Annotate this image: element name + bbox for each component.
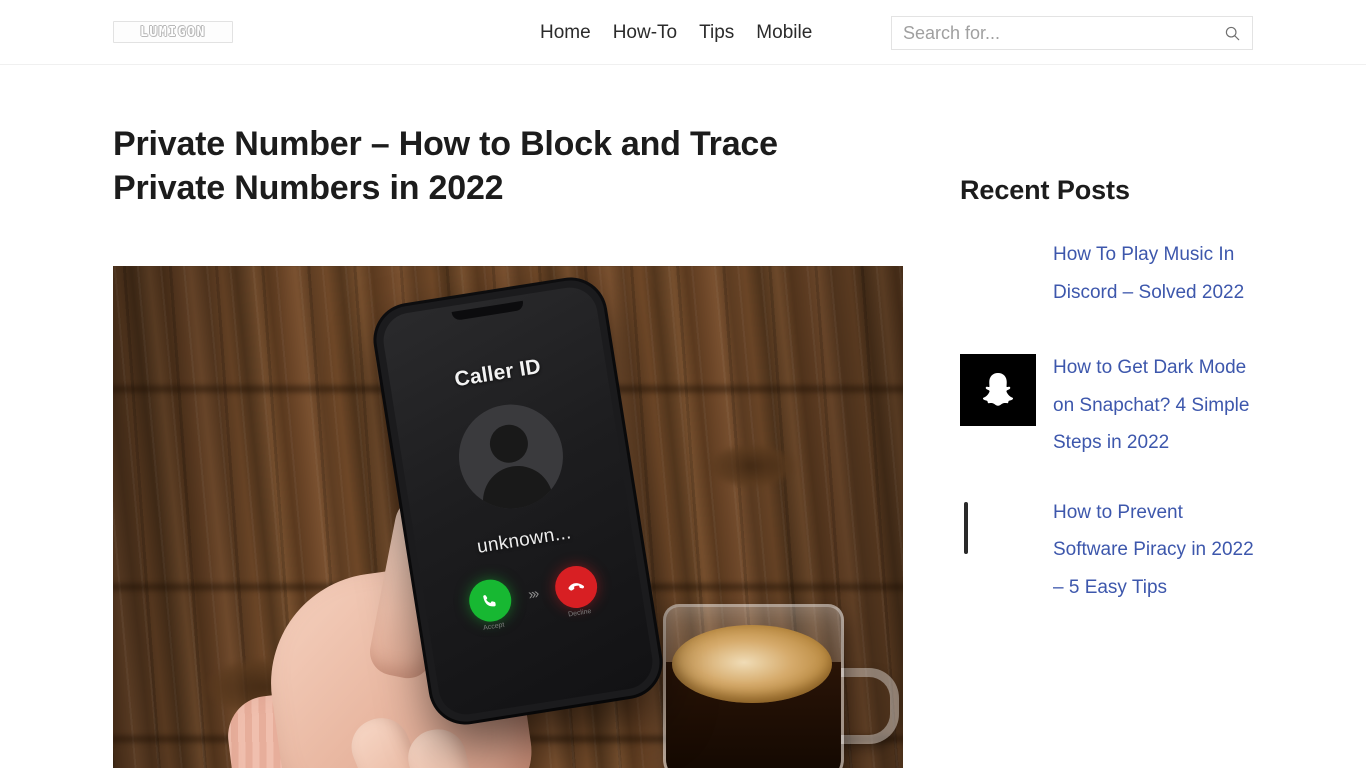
accept-call-button: Accept <box>465 576 514 632</box>
laptop-screen <box>964 501 968 554</box>
nav-item-mobile[interactable]: Mobile <box>756 23 812 42</box>
caller-name-label: unknown... <box>475 522 573 559</box>
decline-call-label: Decline <box>567 608 592 619</box>
site-logo[interactable]: LUMIGON <box>113 21 233 43</box>
recent-post-link[interactable]: How to Prevent Software Piracy in 2022 –… <box>1053 502 1254 598</box>
phone-notch <box>451 301 525 322</box>
phone-handset-icon <box>479 590 501 612</box>
call-actions: Accept ››› Decline <box>423 557 643 632</box>
main-content: Private Number – How to Block and Trace … <box>113 122 903 768</box>
nav-item-home[interactable]: Home <box>540 23 591 42</box>
site-header: LUMIGON Home How-To Tips Mobile <box>0 0 1366 65</box>
thumbnail-discord-music-bot[interactable]: The best music bot for Discord. <box>960 241 1036 313</box>
pirate-flag-icon <box>964 512 968 544</box>
caller-id-label: Caller ID <box>452 355 543 392</box>
nav-item-how-to[interactable]: How-To <box>613 23 677 42</box>
recent-post-link[interactable]: How To Play Music In Discord – Solved 20… <box>1053 244 1244 303</box>
main-navigation: Home How-To Tips Mobile <box>540 0 812 65</box>
recent-post-link[interactable]: How to Get Dark Mode on Snapchat? 4 Simp… <box>1053 357 1249 453</box>
coffee-cup <box>653 596 899 768</box>
list-item: How to Get Dark Mode on Snapchat? 4 Simp… <box>960 349 1260 462</box>
page-title: Private Number – How to Block and Trace … <box>113 125 778 208</box>
recent-posts-title: Recent Posts <box>960 175 1130 205</box>
swipe-chevrons-icon: ››› <box>526 585 539 604</box>
list-item: How to Prevent Software Piracy in 2022 –… <box>960 494 1260 607</box>
avatar-body <box>477 461 556 517</box>
sidebar: Recent Posts The best music bot for Disc… <box>960 175 1260 639</box>
page-body: Private Number – How to Block and Trace … <box>0 65 1366 768</box>
search-input[interactable] <box>892 17 1212 49</box>
thumbnail-software-piracy-laptop[interactable] <box>960 499 1036 571</box>
list-item: The best music bot for Discord. How To P… <box>960 236 1260 317</box>
cup-glass <box>663 604 844 768</box>
snapchat-ghost-icon <box>960 354 1036 426</box>
recent-posts-list: The best music bot for Discord. How To P… <box>960 236 1260 607</box>
phone-hangup-icon <box>565 577 587 599</box>
search-submit-button[interactable] <box>1212 17 1252 49</box>
decline-call-button: Decline <box>551 563 600 619</box>
caller-avatar <box>451 397 571 517</box>
thumbnail-snapchat-logo[interactable] <box>960 354 1036 426</box>
accept-call-label: Accept <box>482 622 506 633</box>
nav-item-tips[interactable]: Tips <box>699 23 734 42</box>
search-box[interactable] <box>891 16 1253 50</box>
header-inner: LUMIGON Home How-To Tips Mobile <box>0 0 1366 64</box>
avatar-head <box>487 422 531 466</box>
coffee-crema <box>672 625 832 704</box>
featured-image: Caller ID unknown... Accept ››› Decline <box>113 266 903 768</box>
site-logo-text: LUMIGON <box>140 24 206 40</box>
search-icon <box>1225 26 1240 41</box>
